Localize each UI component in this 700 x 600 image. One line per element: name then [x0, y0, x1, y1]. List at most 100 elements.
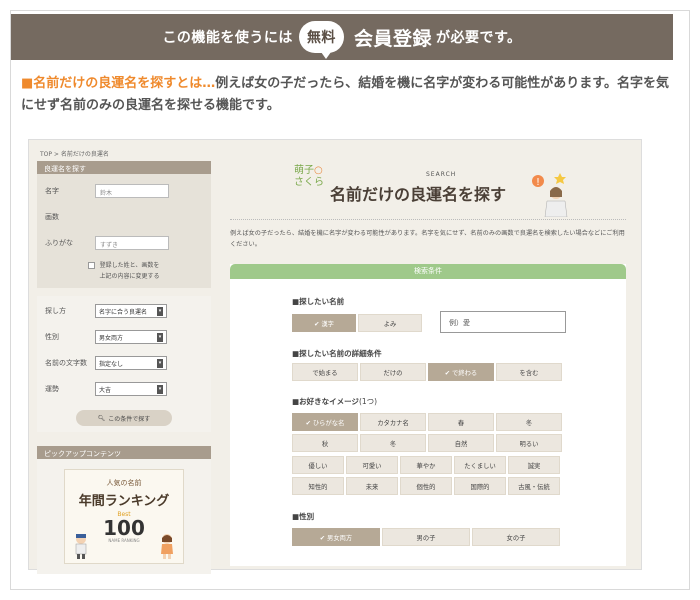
section-image-title-main: ■お好きなイメージ [292, 397, 359, 406]
image-option[interactable]: 誠実 [508, 456, 560, 474]
banner-register: 会員登録 [353, 27, 432, 50]
surname-row: 名字 鈴木 [45, 178, 203, 204]
kana-input[interactable]: すずき [95, 236, 169, 250]
name-input[interactable]: 例）愛 [440, 311, 566, 333]
sidebar-header: 良運名を探す [37, 161, 211, 174]
length-select[interactable]: 指定なし ▾ [95, 356, 167, 370]
section-image-title-suffix: (1つ) [358, 397, 378, 406]
banner-prefix: この機能を使うには [162, 30, 293, 46]
image-option[interactable]: 春 [428, 413, 494, 431]
chevron-down-icon: ▾ [157, 332, 163, 342]
option-ends[interactable]: ✔ で終わる [428, 363, 494, 381]
banner-suffix: が必要です。 [435, 30, 522, 46]
page-description: 例えば女の子だったら、結婚を機に名字が変わる可能性があります。名字を気にせず、名… [230, 230, 625, 248]
sidebar-search-label: この条件で探す [108, 415, 151, 423]
image-option[interactable]: 国際的 [454, 477, 506, 495]
fortune-row: 運勢 大吉 ▾ [45, 376, 203, 402]
image-option[interactable]: 秋 [292, 434, 358, 452]
page-title: 名前だけの良運名を探す [330, 185, 507, 204]
image-option[interactable]: たくましい [454, 456, 506, 474]
checkbox-text-line2: 上記の内容に変更する [99, 273, 160, 280]
option-kanji[interactable]: ✔ 漢字 [292, 314, 356, 332]
image-option[interactable]: カタカナ名 [360, 413, 426, 431]
ranking-banner[interactable]: 人気の名前 年間ランキング Best 100 NAME RANKING [64, 469, 184, 564]
option-starts[interactable]: で始まる [292, 363, 358, 381]
free-bubble: 無料 [298, 21, 344, 59]
image-option[interactable]: 明るい [496, 434, 562, 452]
method-value: 名字に合う良運名 [99, 308, 148, 316]
search-caption: SEARCH [426, 171, 457, 178]
image-option[interactable]: 可愛い [346, 456, 398, 474]
site-logo: 萌子○ さくら [294, 165, 324, 189]
section-name-title: ■探したい名前 [292, 297, 345, 306]
image-option[interactable]: 知性的 [292, 477, 344, 495]
update-checkbox[interactable] [88, 262, 96, 269]
image-option[interactable]: 冬 [360, 434, 426, 452]
gender-value: 男女両方 [99, 334, 124, 342]
pickup-header: ピックアップコンテンツ [37, 446, 211, 459]
sidebar-filter-panel: 探し方 名字に合う良運名 ▾ 性別 男女両方 ▾ 名前の文字数 指定なし ▾ 運勢 大… [37, 296, 211, 432]
gender-label: 性別 [45, 333, 59, 341]
search-icon: 🔍︎ [97, 414, 106, 422]
method-row: 探し方 名字に合う良運名 ▾ [45, 298, 203, 324]
detail-options: で始まる だけの ✔ で終わる を含む [292, 363, 562, 381]
image-option[interactable]: 自然 [428, 434, 494, 452]
update-checkbox-row[interactable]: 登録した姓と、画数を 上記の内容に変更する [45, 260, 203, 282]
section-image-title: ■お好きなイメージ(1つ) [292, 396, 377, 407]
gender-options: ✔ 男女両方 男の子 女の子 [292, 528, 560, 546]
fortune-select[interactable]: 大吉 ▾ [95, 382, 167, 396]
gender-select[interactable]: 男女両方 ▾ [95, 330, 167, 344]
pickup-panel: 人気の名前 年間ランキング Best 100 NAME RANKING [37, 459, 211, 574]
fortune-value: 大吉 [99, 386, 112, 394]
option-boy[interactable]: 男の子 [382, 528, 470, 546]
registration-banner: この機能を使うには 無料 会員登録 が必要です。 [11, 14, 673, 60]
sidebar-search-wrap: 🔍︎ この条件で探す [45, 410, 203, 426]
image-option[interactable]: ✔ ひらがな名 [292, 413, 358, 431]
image-option[interactable]: 華やか [400, 456, 452, 474]
option-yomi[interactable]: よみ [358, 314, 422, 332]
stroke-label: 画数 [45, 213, 59, 221]
image-option[interactable]: 冬 [496, 413, 562, 431]
name-type-toggle: ✔ 漢字 よみ [292, 314, 422, 332]
length-value: 指定なし [99, 360, 124, 368]
length-label: 名前の文字数 [45, 359, 87, 367]
option-girl[interactable]: 女の子 [472, 528, 560, 546]
checkbox-text-line1: 登録した姓と、画数を [99, 262, 160, 269]
stroke-row: 画数 [45, 204, 203, 230]
image-row-3: 優しい 可愛い 華やか たくましい 誠実 [292, 456, 560, 474]
gender-row: 性別 男女両方 ▾ [45, 324, 203, 350]
image-row-1: ✔ ひらがな名 カタカナ名 春 冬 [292, 413, 562, 431]
section-detail-title: ■探したい名前の詳細条件 [292, 349, 382, 358]
method-select[interactable]: 名字に合う良運名 ▾ [95, 304, 167, 318]
image-option[interactable]: 古風・伝統 [508, 477, 560, 495]
option-only[interactable]: だけの [360, 363, 426, 381]
checkbox-text: 登録した姓と、画数を 上記の内容に変更する [99, 260, 159, 282]
chevron-down-icon: ▾ [157, 358, 163, 368]
conditions-header: 検索条件 [230, 264, 626, 279]
chevron-down-icon: ▾ [157, 384, 163, 394]
image-option[interactable]: 未来 [346, 477, 398, 495]
kana-label: ふりがな [45, 239, 73, 247]
sidebar-search-button[interactable]: 🔍︎ この条件で探す [76, 410, 172, 426]
logo-dot: ○ [314, 165, 323, 176]
surname-label: 名字 [45, 187, 59, 195]
logo-line1: 萌子 [294, 165, 314, 176]
breadcrumb: TOP > 名前だけの良運名 [40, 151, 109, 158]
conditions-panel: 検索条件 ■探したい名前 ✔ 漢字 よみ 例）愛 ■探したい名前の詳細条件 で始… [230, 264, 626, 566]
intro-text: ■名前だけの良運名を探すとは…例えば女の子だったら、結婚を機に名字が変わる可能性… [21, 73, 671, 117]
section-gender-title: ■性別 [292, 512, 315, 521]
title-divider [230, 219, 626, 220]
girl-illustration-icon [161, 534, 173, 559]
intro-highlight: ■名前だけの良運名を探すとは… [21, 76, 216, 91]
image-row-2: 秋 冬 自然 明るい [292, 434, 562, 452]
surname-input[interactable]: 鈴木 [95, 184, 169, 198]
woman-illustration-icon: ! [532, 173, 568, 217]
image-option[interactable]: 個性的 [400, 477, 452, 495]
chevron-down-icon: ▾ [157, 306, 163, 316]
option-both[interactable]: ✔ 男女両方 [292, 528, 380, 546]
length-row: 名前の文字数 指定なし ▾ [45, 350, 203, 376]
image-option[interactable]: 優しい [292, 456, 344, 474]
svg-text:!: ! [536, 177, 540, 188]
option-contains[interactable]: を含む [496, 363, 562, 381]
logo-line2: さくら [294, 177, 324, 188]
